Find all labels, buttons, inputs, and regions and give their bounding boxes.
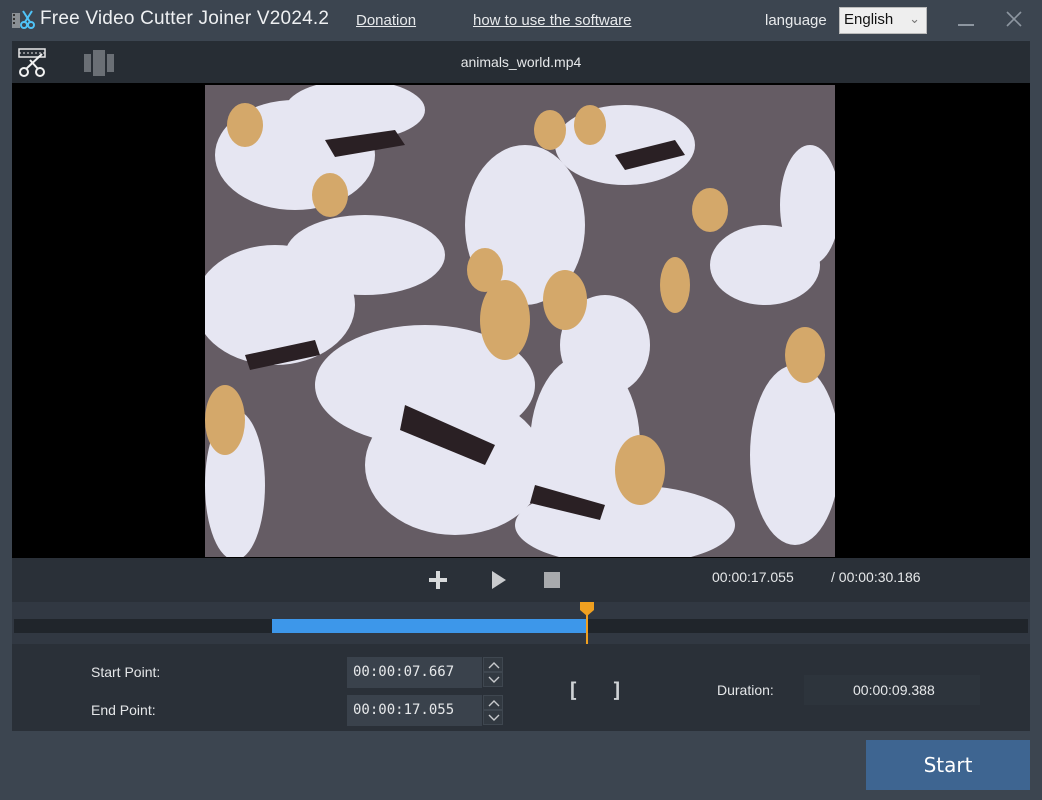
- start-point-decrement[interactable]: [483, 672, 503, 687]
- file-name: animals_world.mp4: [460, 54, 582, 70]
- language-select[interactable]: English ⌄: [839, 7, 927, 34]
- current-time: 00:00:17.055: [712, 569, 794, 585]
- duration-label: Duration:: [717, 682, 774, 698]
- plus-icon[interactable]: [428, 570, 448, 590]
- how-to-use-link[interactable]: how to use the software: [473, 12, 631, 29]
- donation-link[interactable]: Donation: [356, 12, 416, 29]
- playback-controls: 00:00:17.055 / 00:00:30.186: [12, 558, 1030, 602]
- chevron-down-icon: [488, 714, 500, 721]
- timeline-slider[interactable]: [12, 602, 1030, 646]
- stop-icon[interactable]: [544, 572, 560, 588]
- start-point-increment[interactable]: [483, 657, 503, 672]
- start-point-input[interactable]: 00:00:07.667: [347, 657, 482, 688]
- language-selected-value: English: [844, 11, 894, 28]
- set-start-bracket-button[interactable]: [: [567, 680, 579, 700]
- end-point-label: End Point:: [91, 702, 156, 718]
- play-icon[interactable]: [490, 570, 508, 590]
- app-title: Free Video Cutter Joiner V2024.2: [40, 8, 330, 29]
- total-time: / 00:00:30.186: [831, 569, 921, 585]
- chevron-up-icon: [488, 662, 500, 669]
- app-logo-icon: [12, 10, 35, 29]
- playhead-line: [585, 612, 588, 646]
- video-preview[interactable]: [12, 83, 1030, 558]
- close-icon[interactable]: [1004, 9, 1024, 29]
- end-point-input[interactable]: 00:00:17.055: [347, 695, 482, 726]
- start-button[interactable]: Start: [866, 740, 1030, 790]
- timeline-selection[interactable]: [271, 619, 587, 633]
- duration-value: 00:00:09.388: [804, 675, 980, 705]
- end-point-decrement[interactable]: [483, 710, 503, 725]
- toolbar: animals_world.mp4: [12, 41, 1030, 83]
- end-point-increment[interactable]: [483, 695, 503, 710]
- language-label: language: [765, 12, 827, 29]
- cut-settings-panel: Start Point: 00:00:07.667 End Point: 00:…: [12, 644, 1030, 731]
- chevron-down-icon: [488, 676, 500, 683]
- video-frame-gannets: [205, 85, 835, 557]
- set-end-bracket-button[interactable]: ]: [611, 680, 623, 700]
- minimize-button[interactable]: [958, 10, 976, 30]
- start-point-label: Start Point:: [91, 664, 161, 680]
- chevron-up-icon: [488, 700, 500, 707]
- playhead-handle[interactable]: [579, 602, 594, 616]
- title-bar: Free Video Cutter Joiner V2024.2 Donatio…: [0, 0, 1042, 40]
- chevron-down-icon: ⌄: [909, 11, 920, 26]
